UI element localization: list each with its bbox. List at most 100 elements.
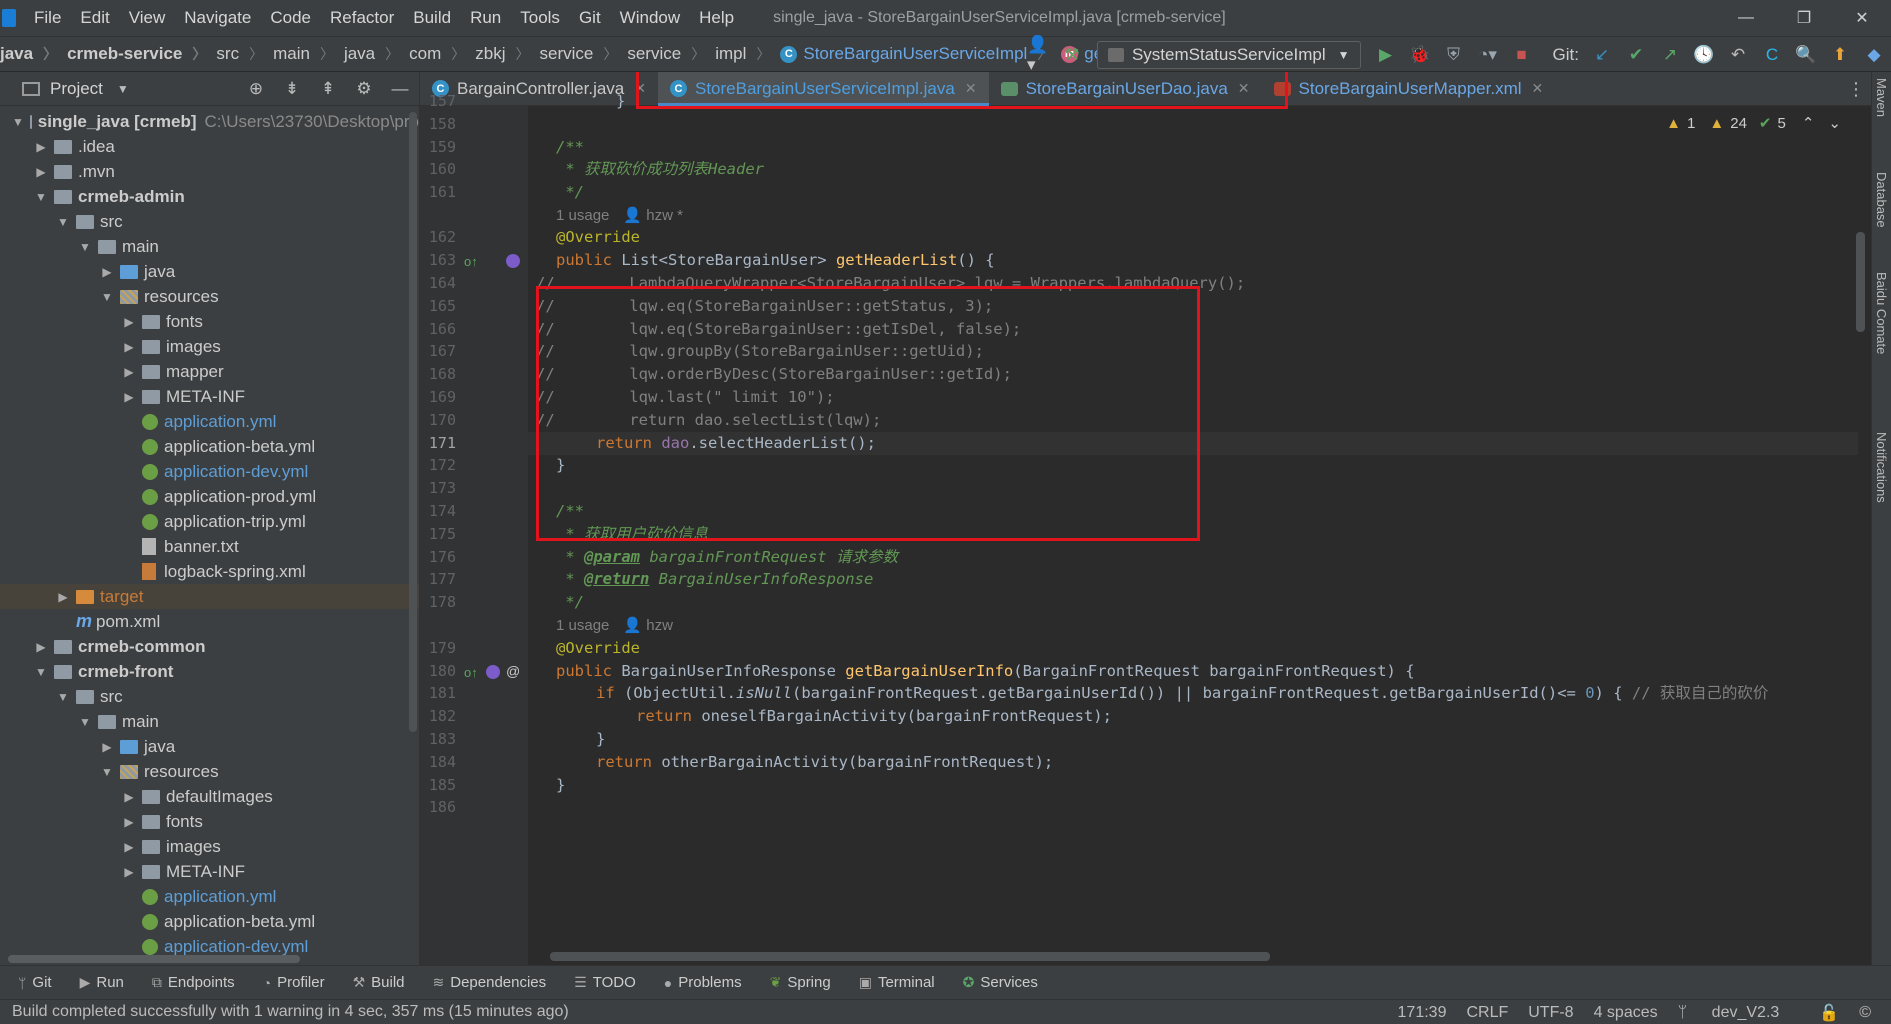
chevron-right-icon[interactable]: ▶ — [122, 815, 136, 829]
restore-button[interactable]: ❐ — [1775, 0, 1833, 36]
chevron-right-icon[interactable]: ▶ — [122, 790, 136, 804]
tree-item-meta-inf[interactable]: ▶ META-INF — [0, 384, 419, 409]
chevron-down-icon[interactable]: ▼ — [100, 765, 114, 779]
profile-icon[interactable]: ◔▾ — [1477, 44, 1499, 66]
chevron-right-icon[interactable]: ▶ — [122, 315, 136, 329]
tree-item-application-dev-yml[interactable]: application-dev.yml — [0, 459, 419, 484]
git-push-icon[interactable]: ↗ — [1659, 44, 1681, 66]
run-configuration-select[interactable]: SystemStatusServiceImpl ▼ — [1096, 41, 1361, 69]
chevron-down-icon[interactable]: ▼ — [100, 290, 114, 304]
tree-item-meta-inf[interactable]: ▶ META-INF — [0, 859, 419, 884]
git-branch[interactable]: ᛘ dev_V2.3 — [1678, 1004, 1800, 1022]
breadcrumb-item[interactable]: crmeb-service 〉 — [67, 44, 216, 64]
menu-run[interactable]: Run — [470, 8, 501, 28]
breadcrumb-class[interactable]: C StoreBargainUserServiceImpl 〉 — [780, 44, 1061, 64]
chevron-right-icon[interactable]: ▶ — [56, 590, 70, 604]
comate-status-icon[interactable]: © — [1859, 1004, 1871, 1022]
menu-edit[interactable]: Edit — [80, 8, 109, 28]
breadcrumb-item[interactable]: java 〉 — [0, 44, 67, 64]
at-sign-icon[interactable]: @ — [506, 663, 520, 679]
file-encoding[interactable]: UTF-8 — [1528, 1004, 1573, 1022]
chevron-down-icon[interactable]: ▼ — [34, 190, 48, 204]
tree-item-application-beta-yml[interactable]: application-beta.yml — [0, 434, 419, 459]
tree-item-mvn[interactable]: ▶ .mvn — [0, 159, 419, 184]
gear-icon[interactable]: ⚙ — [353, 79, 375, 99]
tree-item-target[interactable]: ▶ target — [0, 584, 419, 609]
tool-notifications[interactable]: Notifications — [1874, 432, 1889, 503]
caret-position[interactable]: 171:39 — [1398, 1004, 1447, 1022]
hide-icon[interactable]: — — [389, 79, 411, 99]
chevron-right-icon[interactable]: ▶ — [34, 640, 48, 654]
expand-all-icon[interactable]: ⇟ — [281, 79, 303, 99]
toolwindow-endpoints[interactable]: ⧉ Endpoints — [152, 974, 235, 991]
toolwindow-spring[interactable]: ❦ Spring — [770, 974, 831, 991]
chevron-down-icon[interactable]: ▼ — [56, 690, 70, 704]
update-icon[interactable]: ⬆ — [1829, 44, 1851, 66]
toolwindow-terminal[interactable]: ▣ Terminal — [859, 974, 935, 991]
tree-item-fonts[interactable]: ▶ fonts — [0, 809, 419, 834]
lock-icon[interactable]: 🔓 — [1819, 1003, 1839, 1023]
rollback-icon[interactable]: ↶ — [1727, 44, 1749, 66]
tree-item-crmeb-admin[interactable]: ▼ crmeb-admin — [0, 184, 419, 209]
tool-database[interactable]: Database — [1874, 172, 1889, 228]
tool-baidu-comate[interactable]: Baidu Comate — [1874, 272, 1889, 354]
chevron-right-icon[interactable]: ▶ — [122, 365, 136, 379]
toolwindow-build[interactable]: ⚒ Build — [353, 974, 405, 991]
tree-item-mapper[interactable]: ▶ mapper — [0, 359, 419, 384]
status-message[interactable]: Build completed successfully with 1 warn… — [12, 1003, 569, 1021]
tool-maven[interactable]: Maven — [1874, 78, 1889, 117]
code-area[interactable]: 157 158 159 160 161 162 163 164 165 166 … — [420, 92, 1871, 965]
coverage-icon[interactable]: ⛨ — [1443, 44, 1465, 66]
project-panel-title[interactable]: Project — [50, 79, 103, 99]
menu-code[interactable]: Code — [270, 8, 311, 28]
toolwindow-dependencies[interactable]: ≋ Dependencies — [433, 974, 547, 991]
chevron-right-icon[interactable]: ▶ — [122, 340, 136, 354]
menu-git[interactable]: Git — [579, 8, 601, 28]
collapse-all-icon[interactable]: ⇞ — [317, 79, 339, 99]
tree-item-fonts[interactable]: ▶ fonts — [0, 309, 419, 334]
comate-icon[interactable]: C — [1761, 44, 1783, 66]
usage-hint[interactable]: 1 usage 👤 hzw — [556, 614, 673, 637]
tree-item-application-beta-yml[interactable]: application-beta.yml — [0, 909, 419, 934]
chevron-down-icon[interactable]: ▼ — [12, 115, 24, 129]
menu-tools[interactable]: Tools — [520, 8, 560, 28]
override-marker-icon[interactable]: o↑ — [464, 665, 478, 680]
override-marker-icon[interactable]: o↑ — [464, 254, 478, 269]
chevron-down-icon[interactable]: ▼ — [117, 82, 129, 96]
tree-item-pom-xml[interactable]: m pom.xml — [0, 609, 419, 634]
toolwindow-profiler[interactable]: ◔ Profiler — [263, 974, 325, 991]
stop-icon[interactable]: ■ — [1511, 44, 1533, 66]
chevron-down-icon[interactable]: ▼ — [56, 215, 70, 229]
debug-icon[interactable]: 🐞 — [1409, 44, 1431, 66]
chevron-down-icon[interactable]: ▼ — [78, 240, 92, 254]
menu-file[interactable]: File — [34, 8, 61, 28]
line-separator[interactable]: CRLF — [1466, 1004, 1508, 1022]
git-update-icon[interactable]: ↙ — [1591, 44, 1613, 66]
menu-navigate[interactable]: Navigate — [184, 8, 251, 28]
breadcrumb-item[interactable]: main 〉 — [273, 44, 344, 64]
chevron-right-icon[interactable]: ▶ — [122, 865, 136, 879]
chevron-right-icon[interactable]: ▶ — [122, 840, 136, 854]
tree-item-main[interactable]: ▼ main — [0, 234, 419, 259]
usage-hint[interactable]: 1 usage 👤 hzw * — [556, 204, 683, 227]
chevron-right-icon[interactable]: ▶ — [100, 740, 114, 754]
minimize-button[interactable]: — — [1717, 0, 1775, 36]
indent-setting[interactable]: 4 spaces — [1594, 1004, 1658, 1022]
breadcrumb-item[interactable]: java 〉 — [344, 44, 409, 64]
tree-item-java[interactable]: ▶ java — [0, 259, 419, 284]
tree-item-src[interactable]: ▼ src — [0, 209, 419, 234]
tree-item-resources[interactable]: ▼ resources — [0, 759, 419, 784]
code-content[interactable]: } /** * 获取砍价成功列表Header */ 1 usage 👤 hzw *… — [528, 92, 1871, 965]
plugin-icon[interactable]: ◆ — [1863, 44, 1885, 66]
toolwindow-run[interactable]: ▶ Run — [80, 974, 124, 991]
toolwindow-services[interactable]: ✪ Services — [963, 974, 1038, 991]
locate-icon[interactable]: ⊕ — [245, 79, 267, 99]
tree-item-application-prod-yml[interactable]: application-prod.yml — [0, 484, 419, 509]
project-vertical-scrollbar[interactable] — [409, 112, 417, 732]
tree-item-crmeb-common[interactable]: ▶ crmeb-common — [0, 634, 419, 659]
tree-item-resources[interactable]: ▼ resources — [0, 284, 419, 309]
chevron-right-icon[interactable]: ▶ — [100, 265, 114, 279]
toolwindow-todo[interactable]: ☰ TODO — [574, 974, 636, 991]
menu-build[interactable]: Build — [413, 8, 451, 28]
chevron-right-icon[interactable]: ▶ — [122, 390, 136, 404]
